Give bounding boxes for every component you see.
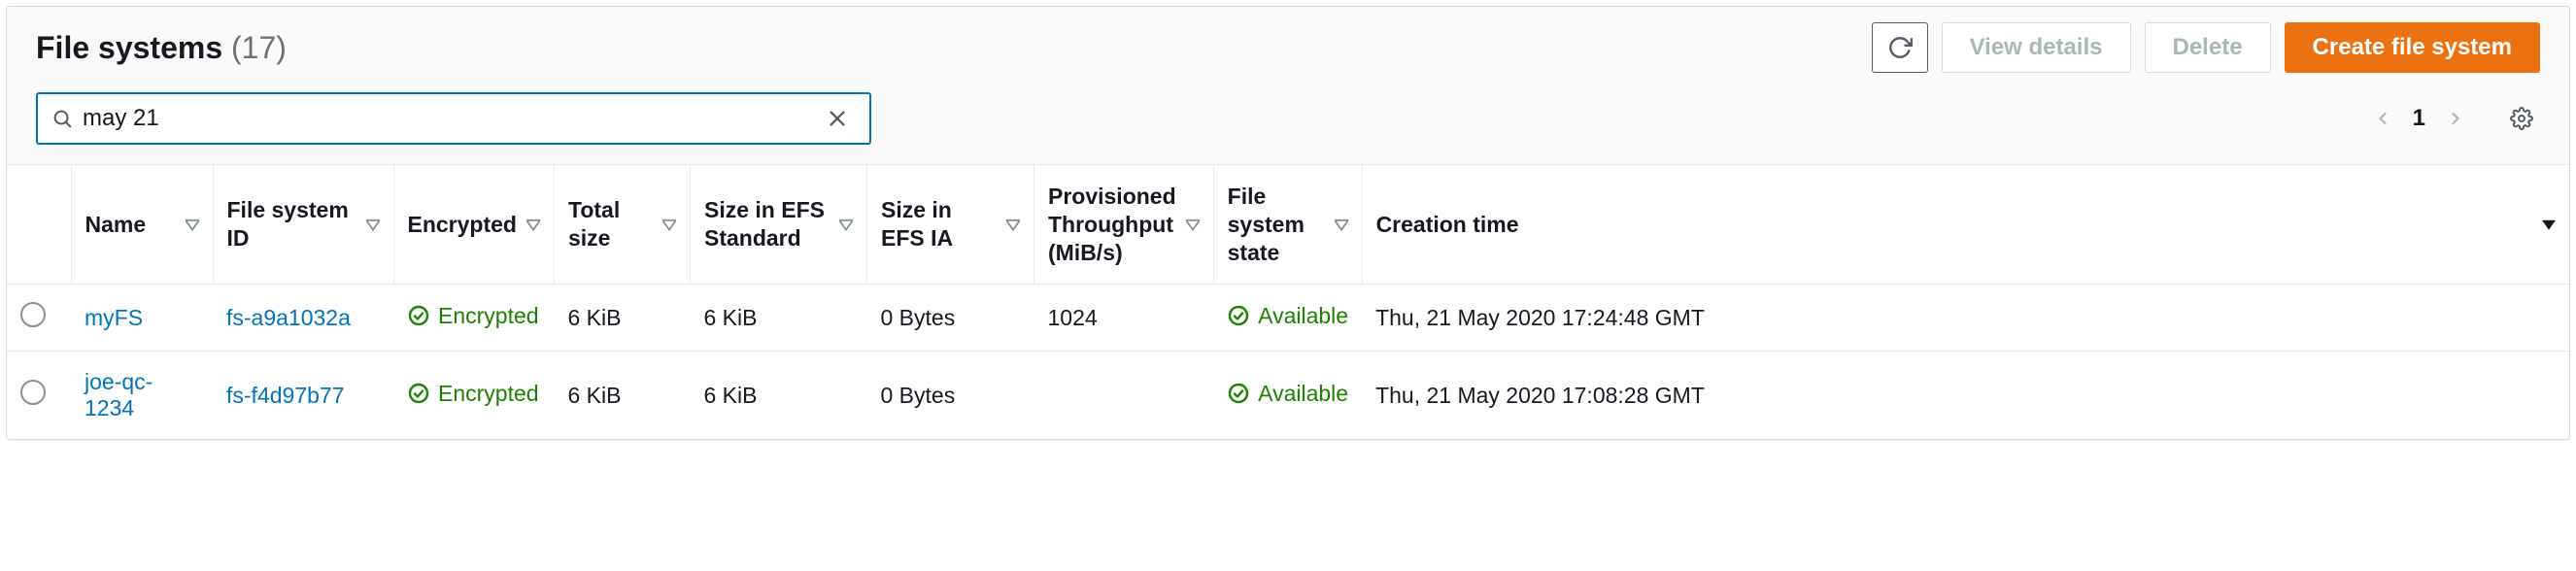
radio-icon	[20, 302, 46, 327]
size-ia: 0 Bytes	[866, 285, 1034, 352]
title-text: File systems	[36, 30, 222, 65]
size-std: 6 KiB	[690, 285, 866, 352]
creation-time: Thu, 21 May 2020 17:24:48 GMT	[1362, 285, 2569, 352]
col-size-ia-label: Size in EFS IA	[881, 196, 997, 252]
creation-time: Thu, 21 May 2020 17:08:28 GMT	[1362, 352, 2569, 440]
col-size-std-label: Size in EFS Standard	[704, 196, 830, 252]
throughput	[1034, 352, 1213, 440]
size-ia: 0 Bytes	[866, 352, 1034, 440]
row-select[interactable]	[7, 352, 71, 440]
sort-icon-active	[2542, 218, 2556, 231]
search-box	[36, 92, 871, 145]
check-circle-icon	[407, 304, 430, 327]
sort-icon	[526, 218, 540, 231]
encrypted-label: Encrypted	[438, 303, 539, 329]
check-circle-icon	[1227, 304, 1250, 327]
col-name[interactable]: Name	[71, 165, 213, 285]
encrypted-status: Encrypted	[407, 303, 539, 329]
search-icon	[51, 108, 73, 129]
create-file-system-button[interactable]: Create file system	[2285, 22, 2540, 73]
sort-icon	[662, 218, 676, 231]
col-throughput[interactable]: Provisioned Throughput (MiB/s)	[1034, 165, 1213, 285]
table-row: myFSfs-a9a1032aEncrypted6 KiB6 KiB0 Byte…	[7, 285, 2569, 352]
col-name-label: Name	[85, 211, 147, 239]
sort-icon	[366, 218, 380, 231]
encrypted-label: Encrypted	[438, 381, 539, 407]
col-select	[7, 165, 71, 285]
col-total-size-label: Total size	[568, 196, 653, 252]
gear-icon	[2510, 107, 2533, 130]
col-creation[interactable]: Creation time	[1362, 165, 2569, 285]
table-row: joe-qc-1234 fs-f4d97b77 Encrypted 6 KiB6 Ki…	[7, 352, 2569, 440]
state-label: Available	[1258, 381, 1348, 407]
sort-icon	[839, 218, 853, 231]
title-count: (17)	[231, 30, 287, 65]
size-std: 6 KiB	[690, 352, 866, 440]
total-size: 6 KiB	[554, 352, 690, 440]
check-circle-icon	[407, 382, 430, 405]
col-state-label: File system state	[1228, 183, 1325, 266]
page-prev-button[interactable]	[2364, 100, 2401, 137]
page-next-button[interactable]	[2437, 100, 2474, 137]
total-size: 6 KiB	[554, 285, 690, 352]
clear-search-button[interactable]	[819, 100, 856, 137]
refresh-icon	[1887, 35, 1913, 60]
panel-header: File systems (17) View details Delete Cr…	[7, 7, 2569, 84]
state-status: Available	[1227, 381, 1348, 407]
state-label: Available	[1258, 303, 1348, 329]
file-systems-table: Name File system ID Encrypted Total size…	[7, 164, 2569, 439]
fs-id-link[interactable]: fs-a9a1032a	[226, 305, 351, 330]
chevron-left-icon	[2373, 109, 2392, 128]
col-fsid-label: File system ID	[227, 196, 356, 252]
delete-button[interactable]: Delete	[2145, 22, 2271, 73]
col-fsid[interactable]: File system ID	[213, 165, 393, 285]
sort-icon	[1186, 218, 1200, 231]
search-input[interactable]	[73, 105, 819, 132]
col-total-size[interactable]: Total size	[554, 165, 690, 285]
fs-name-link[interactable]: joe-qc-1234	[85, 369, 153, 420]
col-state[interactable]: File system state	[1213, 165, 1362, 285]
radio-icon	[20, 380, 46, 405]
col-size-std[interactable]: Size in EFS Standard	[690, 165, 866, 285]
filter-row: 1	[7, 84, 2569, 164]
col-encrypted[interactable]: Encrypted	[393, 165, 554, 285]
refresh-button[interactable]	[1872, 22, 1928, 73]
col-size-ia[interactable]: Size in EFS IA	[866, 165, 1034, 285]
settings-button[interactable]	[2503, 100, 2540, 137]
col-creation-label: Creation time	[1376, 211, 1519, 239]
panel-title: File systems (17)	[36, 30, 287, 66]
chevron-right-icon	[2446, 109, 2465, 128]
sort-icon	[1335, 218, 1348, 231]
fs-id-link[interactable]: fs-f4d97b77	[226, 383, 344, 408]
throughput: 1024	[1034, 285, 1213, 352]
encrypted-status: Encrypted	[407, 381, 539, 407]
view-details-button[interactable]: View details	[1942, 22, 2131, 73]
sort-icon	[186, 218, 199, 231]
table-header-row: Name File system ID Encrypted Total size…	[7, 165, 2569, 285]
col-encrypted-label: Encrypted	[408, 211, 517, 239]
file-systems-panel: File systems (17) View details Delete Cr…	[6, 6, 2570, 440]
sort-icon	[1006, 218, 1020, 231]
fs-name-link[interactable]: myFS	[85, 305, 143, 330]
col-throughput-label: Provisioned Throughput (MiB/s)	[1048, 183, 1176, 266]
pagination: 1	[2364, 100, 2540, 137]
state-status: Available	[1227, 303, 1348, 329]
check-circle-icon	[1227, 382, 1250, 405]
row-select[interactable]	[7, 285, 71, 352]
current-page: 1	[2413, 105, 2425, 132]
close-icon	[827, 108, 848, 129]
